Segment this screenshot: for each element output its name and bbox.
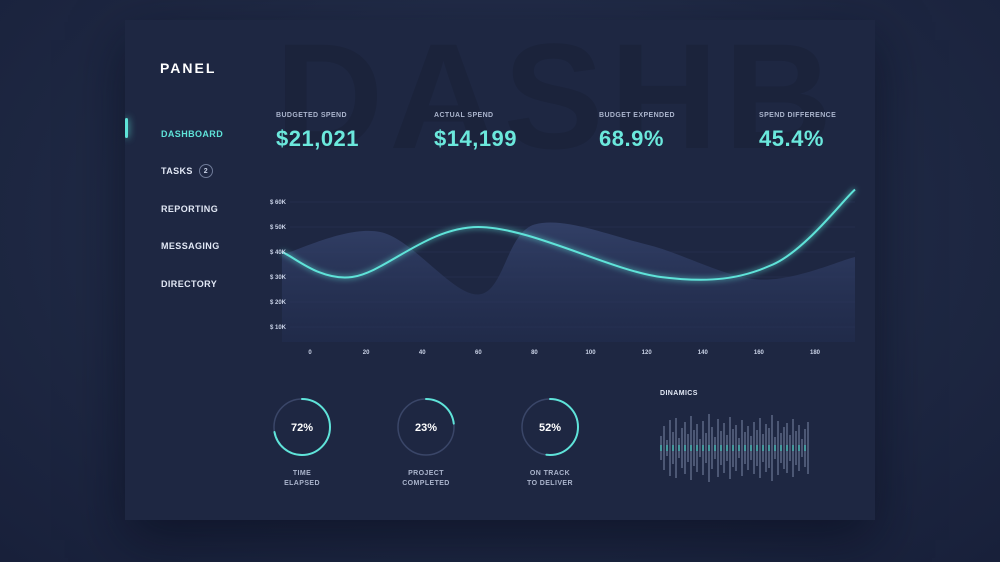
stat-label: ACTUAL SPEND (434, 112, 494, 119)
progress-ring: 23% (397, 398, 455, 456)
dynamics-chart (660, 408, 810, 488)
gauge-label-line1: ON TRACK (529, 470, 571, 477)
dynamics-bars-svg (660, 414, 809, 482)
gauge-label-line2: COMPLETED (402, 480, 450, 487)
x-tick-label: 40 (419, 350, 426, 356)
sidebar-item-tasks[interactable]: TASKS 2 (125, 153, 265, 191)
gauge-label: PROJECT COMPLETED (381, 469, 471, 489)
gauge-label: TIME ELAPSED (257, 469, 347, 489)
spend-chart-svg: $ 60K $ 50K $ 40K $ 30K $ 20K $ 10K 0 20 40 60 80… (270, 188, 856, 356)
x-tick-label: 120 (642, 350, 653, 356)
stat-budget-expended: BUDGET EXPENDED 68.9% (599, 112, 675, 152)
stat-value: $14,199 (434, 126, 518, 151)
area-series (281, 222, 855, 342)
dynamics-title: DINAMICS (660, 390, 698, 397)
sidebar-nav: DASHBOARD TASKS 2 REPORTING MESSAGING DI… (125, 115, 265, 303)
sidebar-item-label: DIRECTORY (161, 278, 218, 289)
y-tick-label: $ 50K (270, 225, 287, 231)
stat-label: BUDGETED SPEND (276, 112, 347, 119)
x-tick-label: 20 (363, 350, 370, 356)
progress-ring: 72% (273, 398, 331, 456)
sidebar-item-reporting[interactable]: REPORTING (125, 190, 265, 228)
gauge-project-completed: 23% PROJECT COMPLETED (381, 395, 471, 489)
sidebar-item-label: REPORTING (161, 203, 219, 214)
tasks-count-badge: 2 (198, 164, 213, 179)
background-watermark: DASHB (275, 20, 839, 180)
progress-ring: 52% (521, 398, 579, 456)
x-tick-label: 0 (308, 350, 312, 356)
stat-value: 45.4% (759, 126, 824, 151)
y-tick-label: $ 60K (270, 200, 287, 206)
sidebar-item-label: DASHBOARD (161, 128, 224, 139)
stat-spend-difference: SPEND DIFFERENCE 45.4% (759, 112, 836, 152)
gauge-label-line2: ELAPSED (284, 480, 320, 487)
x-tick-label: 160 (754, 350, 765, 356)
gauge-time-elapsed: 72% TIME ELAPSED (257, 395, 347, 489)
gauge-on-track: 52% ON TRACK TO DELIVER (505, 395, 595, 489)
sidebar-item-directory[interactable]: DIRECTORY (125, 265, 265, 303)
stat-budgeted-spend: BUDGETED SPEND $21,021 (276, 112, 359, 152)
x-tick-label: 180 (810, 350, 821, 356)
gauge-label: ON TRACK TO DELIVER (505, 469, 595, 489)
sidebar-item-label: TASKS (161, 166, 193, 177)
x-tick-label: 60 (475, 350, 482, 356)
sidebar-item-label: MESSAGING (161, 241, 220, 252)
gauge-value: 72% (291, 422, 313, 434)
x-tick-label: 80 (531, 350, 538, 356)
x-tick-label: 140 (698, 350, 709, 356)
gauge-value: 52% (539, 422, 561, 434)
gauge-label-line1: TIME (292, 470, 312, 477)
brand-logo: PANEL (160, 60, 217, 76)
sidebar-item-dashboard[interactable]: DASHBOARD (125, 115, 265, 153)
gauge-value: 23% (415, 422, 437, 434)
gauge-label-line2: TO DELIVER (527, 480, 573, 487)
sidebar-item-messaging[interactable]: MESSAGING (125, 228, 265, 266)
stat-value: $21,021 (276, 126, 360, 151)
y-tick-label: $ 30K (270, 275, 287, 281)
stat-actual-spend: ACTUAL SPEND $14,199 (434, 112, 517, 152)
stat-label: SPEND DIFFERENCE (759, 112, 837, 119)
stat-label: BUDGET EXPENDED (599, 112, 676, 119)
active-indicator (125, 118, 128, 138)
y-tick-label: $ 40K (270, 250, 287, 256)
dashboard-panel: DASHB PANEL DASHBOARD TASKS 2 REPORTING … (125, 20, 875, 520)
y-tick-label: $ 20K (270, 300, 287, 306)
spend-chart: $ 60K $ 50K $ 40K $ 30K $ 20K $ 10K 0 20 40 60 80… (255, 180, 875, 360)
gauge-label-line1: PROJECT (408, 470, 444, 477)
x-tick-label: 100 (586, 350, 597, 356)
y-tick-label: $ 10K (270, 325, 287, 331)
stat-value: 68.9% (599, 126, 664, 151)
